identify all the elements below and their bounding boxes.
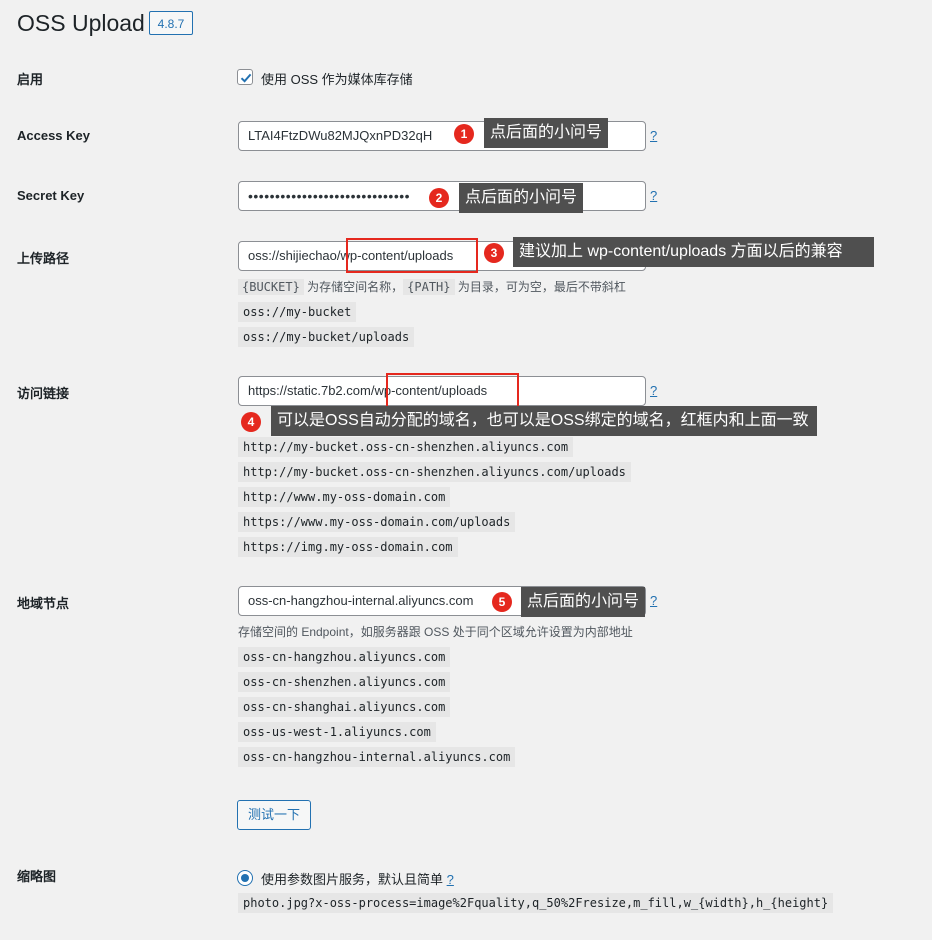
thumbnail-example: photo.jpg?x-oss-process=image%2Fquality,… bbox=[238, 893, 834, 913]
secret-key-help-link[interactable]: ? bbox=[650, 188, 657, 203]
annotation-badge: 3 bbox=[484, 243, 504, 263]
thumbnail-radio-text: 使用参数图片服务，默认且简单 bbox=[261, 872, 444, 887]
annotation-badge: 1 bbox=[454, 124, 474, 144]
thumbnail-radio-label: 使用参数图片服务，默认且简单 ? bbox=[261, 869, 454, 888]
path-placeholder-code: {PATH} bbox=[403, 279, 455, 295]
endpoint-example: oss-cn-shanghai.aliyuncs.com bbox=[238, 697, 451, 717]
access-url-example: http://my-bucket.oss-cn-shenzhen.aliyunc… bbox=[238, 462, 631, 482]
annotation-badge: 4 bbox=[241, 412, 261, 432]
endpoint-help-link[interactable]: ? bbox=[650, 593, 657, 608]
upload-path-label: 上传路径 bbox=[17, 251, 70, 266]
endpoint-description: 存储空间的 Endpoint，如服务器跟 OSS 处于同个区域允许设置为内部地址 bbox=[238, 625, 633, 639]
page-title: OSS Upload bbox=[17, 10, 145, 36]
endpoint-example: oss-cn-hangzhou-internal.aliyuncs.com bbox=[238, 747, 516, 767]
upload-path-desc-end: 为目录，可为空，最后不带斜杠 bbox=[454, 280, 626, 294]
annotation-badge: 5 bbox=[492, 592, 512, 612]
access-url-help-link[interactable]: ? bbox=[650, 383, 657, 398]
access-key-label: Access Key bbox=[17, 128, 90, 143]
thumbnail-radio[interactable] bbox=[237, 870, 253, 886]
upload-path-description: {BUCKET} 为存储空间名称， {PATH} 为目录，可为空，最后不带斜杠 bbox=[238, 277, 626, 297]
annotation-highlight-box bbox=[386, 373, 519, 408]
access-url-example: https://img.my-oss-domain.com bbox=[238, 537, 458, 557]
annotation-highlight-box bbox=[346, 238, 478, 273]
enable-label: 启用 bbox=[17, 72, 44, 87]
version-badge: 4.8.7 bbox=[149, 11, 193, 35]
endpoint-example: oss-us-west-1.aliyuncs.com bbox=[238, 722, 436, 742]
access-key-help-link[interactable]: ? bbox=[650, 128, 657, 143]
annotation-callout: 建议加上 wp-content/uploads 方面以后的兼容 bbox=[513, 237, 874, 267]
upload-path-example: oss://my-bucket/uploads bbox=[238, 327, 415, 347]
access-url-example: http://www.my-oss-domain.com bbox=[238, 487, 451, 507]
annotation-callout: 可以是OSS自动分配的域名，也可以是OSS绑定的域名，红框内和上面一致 bbox=[271, 406, 817, 436]
access-url-label: 访问链接 bbox=[17, 386, 70, 401]
annotation-callout: 点后面的小问号 bbox=[521, 587, 646, 617]
annotation-callout: 点后面的小问号 bbox=[484, 118, 609, 148]
access-url-example: http://my-bucket.oss-cn-shenzhen.aliyunc… bbox=[238, 437, 574, 457]
upload-path-desc-mid: 为存储空间名称， bbox=[303, 280, 404, 294]
endpoint-example: oss-cn-hangzhou.aliyuncs.com bbox=[238, 647, 451, 667]
thumbnail-help-link[interactable]: ? bbox=[447, 872, 454, 887]
access-url-example: https://www.my-oss-domain.com/uploads bbox=[238, 512, 516, 532]
endpoint-label: 地域节点 bbox=[17, 596, 70, 611]
thumbnail-label: 缩略图 bbox=[17, 869, 57, 884]
checkmark-icon bbox=[240, 73, 252, 83]
enable-checkbox[interactable] bbox=[237, 69, 253, 85]
bucket-placeholder-code: {BUCKET} bbox=[238, 279, 304, 295]
endpoint-example: oss-cn-shenzhen.aliyuncs.com bbox=[238, 672, 451, 692]
test-connection-button[interactable]: 测试一下 bbox=[237, 800, 311, 830]
secret-key-label: Secret Key bbox=[17, 188, 85, 203]
annotation-callout: 点后面的小问号 bbox=[459, 183, 584, 213]
annotation-badge: 2 bbox=[429, 188, 449, 208]
enable-checkbox-label: 使用 OSS 作为媒体库存储 bbox=[261, 72, 413, 87]
upload-path-example: oss://my-bucket bbox=[238, 302, 357, 322]
